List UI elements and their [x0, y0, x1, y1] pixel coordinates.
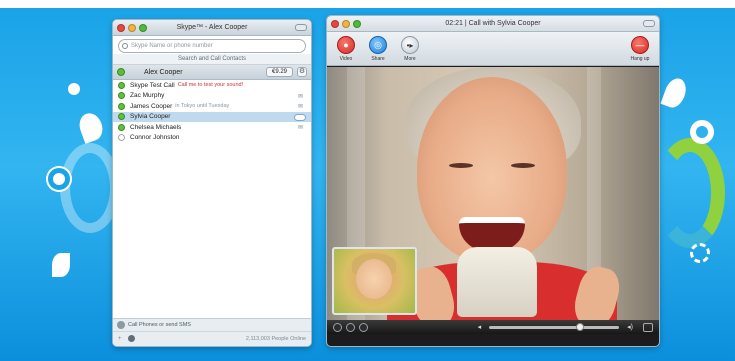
call-phones-label: Call Phones or send SMS [128, 322, 191, 328]
video-subject-scarf [457, 247, 537, 317]
options-icon[interactable] [127, 335, 135, 342]
contact-name: Skype Test Call [130, 81, 175, 89]
call-toolbar: ● Video ◎ Share •▸ More — Hang up [327, 32, 659, 66]
mute-button[interactable] [333, 322, 342, 332]
call-titlebar[interactable]: 02:21 | Call with Sylvia Cooper [327, 16, 659, 32]
contact-mood: Call me to test your sound! [177, 82, 244, 89]
contact-name: Zac Murphy [130, 92, 165, 100]
contact-name: James Cooper [130, 102, 173, 110]
dialpad-button[interactable] [359, 322, 368, 332]
more-label: More [404, 56, 416, 62]
remote-video: ◂ ◂) [327, 67, 659, 334]
contact-name: Connor Johnston [130, 134, 180, 142]
online-count: 2,113,003 People Online [245, 335, 306, 342]
message-icon: ✉ [297, 93, 303, 100]
video-label: Video [339, 56, 353, 62]
toolbar-toggle-button[interactable] [643, 20, 655, 27]
status-online-icon [118, 92, 125, 100]
contacts-footer: Call Phones or send SMS + 2,113,003 Peop… [113, 318, 311, 346]
call-phones-row[interactable]: Call Phones or send SMS [113, 319, 311, 331]
self-view-video[interactable] [332, 247, 417, 315]
share-icon: ◎ [374, 40, 382, 50]
call-controls-bar: ◂ ◂) [327, 320, 659, 334]
status-online-icon [118, 81, 125, 89]
my-name: Alex Cooper [144, 68, 183, 76]
contact-item[interactable]: James Cooper in Tokyo until Tuesday ✉ [113, 101, 311, 112]
share-label: Share [371, 56, 385, 62]
message-icon: ✉ [297, 104, 303, 110]
contact-name: Chelsea Michaels [130, 123, 182, 131]
contact-item[interactable]: Chelsea Michaels ✉ [113, 122, 311, 133]
share-button[interactable]: ◎ Share [365, 36, 391, 62]
call-window: 02:21 | Call with Sylvia Cooper ● Video … [326, 15, 660, 347]
decor-arc-right [655, 138, 725, 248]
online-status-icon[interactable] [117, 68, 125, 76]
my-profile-row[interactable]: Alex Cooper €9.29 ⚙ [113, 65, 311, 80]
contact-item[interactable]: Zac Murphy ✉ [113, 91, 311, 102]
decor-circle-left [60, 143, 120, 233]
search-caption: Search and Call Contacts [113, 54, 311, 65]
skype-credit-badge[interactable]: €9.29 [265, 67, 293, 77]
contacts-window: Skype™ - Alex Cooper Skype Name or phone… [112, 19, 312, 347]
hang-up-label: Hang up [630, 56, 650, 62]
status-online-icon [118, 113, 125, 121]
hang-up-icon: — [635, 40, 645, 50]
contact-item-selected[interactable]: Sylvia Cooper [113, 111, 311, 122]
contacts-window-title: Skype™ - Alex Cooper [176, 24, 248, 31]
video-toggle-button[interactable] [346, 322, 355, 332]
contact-item[interactable]: Connor Johnston [113, 133, 311, 144]
settings-gear-icon[interactable]: ⚙ [297, 67, 307, 77]
decor-drop-left [75, 110, 107, 144]
decor-ring-right [690, 120, 714, 144]
more-button[interactable]: •▸ More [397, 36, 423, 62]
toolbar-toggle-button[interactable] [295, 24, 307, 31]
hang-up-button[interactable]: — Hang up [627, 36, 653, 62]
decor-leaf-left [52, 253, 70, 277]
self-view-face [356, 259, 392, 299]
video-button[interactable]: ● Video [333, 36, 359, 62]
top-caption [2, 0, 92, 8]
video-camera-icon: ● [343, 40, 349, 50]
more-icon: •▸ [406, 41, 414, 50]
contact-name: Sylvia Cooper [130, 113, 171, 121]
contact-list: Skype Test Call Call me to test your sou… [113, 80, 311, 143]
contact-item[interactable]: Skype Test Call Call me to test your sou… [113, 80, 311, 91]
search-input[interactable]: Skype Name or phone number [118, 39, 306, 53]
fullscreen-button[interactable] [643, 322, 653, 332]
add-contact-icon[interactable]: + [118, 336, 122, 342]
volume-high-icon: ◂) [627, 324, 633, 331]
status-online-icon [118, 102, 125, 110]
decor-ring-right-small [690, 243, 710, 263]
decor-flower-left [48, 168, 70, 190]
bottom-toolbar: + 2,113,003 People Online [113, 331, 311, 345]
search-placeholder: Skype Name or phone number [131, 43, 213, 49]
contact-mood: in Tokyo until Tuesday [175, 103, 230, 110]
call-window-title: 02:21 | Call with Sylvia Cooper [445, 20, 541, 27]
status-online-icon [118, 123, 125, 131]
active-call-icon[interactable] [294, 113, 306, 121]
volume-slider[interactable] [489, 322, 620, 331]
status-offline-icon [118, 134, 125, 142]
contacts-titlebar[interactable]: Skype™ - Alex Cooper [113, 20, 311, 36]
decor-dot-left [68, 83, 80, 95]
phone-icon [117, 321, 125, 329]
message-icon: ✉ [297, 125, 303, 131]
volume-slider-knob[interactable] [576, 322, 585, 331]
search-icon [122, 43, 128, 49]
volume-low-icon: ◂ [477, 324, 482, 331]
decor-drop-right [660, 75, 690, 111]
